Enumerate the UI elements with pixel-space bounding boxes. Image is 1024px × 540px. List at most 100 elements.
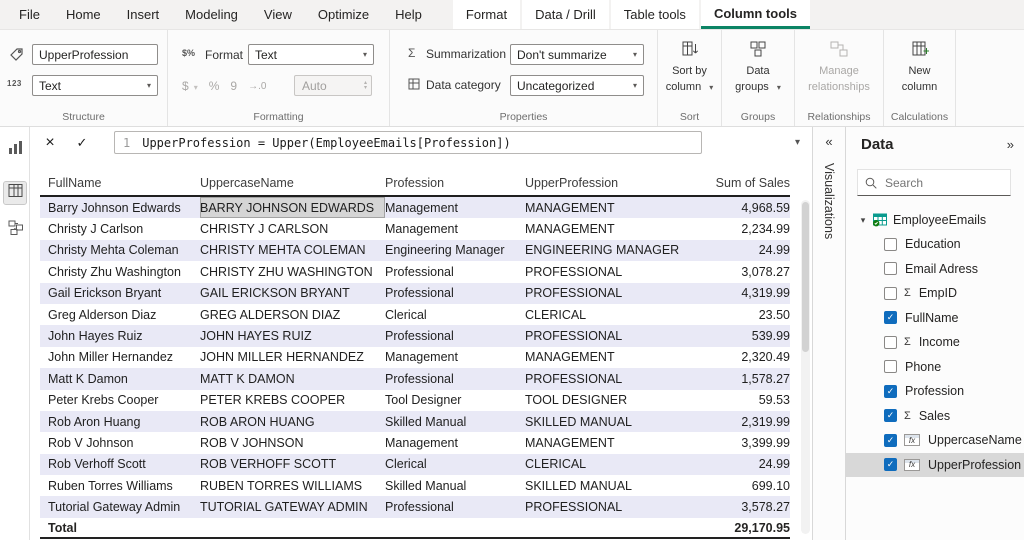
field-checkbox[interactable] bbox=[884, 237, 897, 251]
menu-tab-column-tools[interactable]: Column tools bbox=[700, 0, 810, 29]
table-cell[interactable]: 3,399.99 bbox=[685, 432, 790, 453]
field-row-phone[interactable]: Phone bbox=[846, 355, 1024, 380]
menu-tab-insert[interactable]: Insert bbox=[114, 0, 173, 29]
field-checkbox[interactable] bbox=[884, 335, 897, 349]
table-cell[interactable]: ENGINEERING MANAGER bbox=[525, 240, 685, 261]
header-cell-profession[interactable]: Profession bbox=[385, 176, 525, 190]
table-cell[interactable]: Management bbox=[385, 347, 525, 368]
table-cell[interactable]: 23.50 bbox=[685, 304, 790, 325]
table-cell[interactable]: Management bbox=[385, 218, 525, 239]
table-cell[interactable]: 24.99 bbox=[685, 454, 790, 475]
table-cell[interactable]: 4,968.59 bbox=[685, 197, 790, 218]
table-cell[interactable]: Ruben Torres Williams bbox=[40, 475, 200, 496]
menu-tab-table-tools[interactable]: Table tools bbox=[610, 0, 699, 29]
menu-tab-modeling[interactable]: Modeling bbox=[172, 0, 251, 29]
data-type-dropdown[interactable]: Text ▾ bbox=[32, 75, 158, 96]
tree-chevron-icon[interactable]: ▾ bbox=[857, 215, 869, 226]
table-cell[interactable]: Engineering Manager bbox=[385, 240, 525, 261]
table-cell[interactable]: Management bbox=[385, 197, 525, 218]
table-cell[interactable]: PROFESSIONAL bbox=[525, 368, 685, 389]
header-cell-sum-of-sales[interactable]: Sum of Sales bbox=[685, 176, 790, 190]
field-checkbox[interactable]: ✓ bbox=[884, 458, 897, 472]
table-cell[interactable]: CHRISTY J CARLSON bbox=[200, 218, 385, 239]
header-cell-uppercasename[interactable]: UppercaseName bbox=[200, 176, 385, 190]
table-cell[interactable]: RUBEN TORRES WILLIAMS bbox=[200, 475, 385, 496]
table-cell[interactable]: Rob V Johnson bbox=[40, 432, 200, 453]
table-cell[interactable]: GAIL ERICKSON BRYANT bbox=[200, 283, 385, 304]
scrollbar-thumb[interactable] bbox=[802, 202, 809, 352]
menu-tab-optimize[interactable]: Optimize bbox=[305, 0, 382, 29]
table-cell[interactable]: MATT K DAMON bbox=[200, 368, 385, 389]
table-cell[interactable]: Professional bbox=[385, 261, 525, 282]
formula-expand-button[interactable]: ▾ bbox=[795, 137, 800, 148]
table-cell[interactable]: CLERICAL bbox=[525, 304, 685, 325]
table-cell[interactable]: MANAGEMENT bbox=[525, 432, 685, 453]
table-cell[interactable]: JOHN HAYES RUIZ bbox=[200, 325, 385, 346]
table-cell[interactable]: BARRY JOHNSON EDWARDS bbox=[200, 197, 385, 219]
field-row-empid[interactable]: Σ EmpID bbox=[846, 281, 1024, 306]
field-checkbox[interactable]: ✓ bbox=[884, 384, 897, 398]
table-cell[interactable]: JOHN MILLER HERNANDEZ bbox=[200, 347, 385, 368]
summarization-dropdown[interactable]: Don't summarize ▾ bbox=[510, 44, 644, 65]
table-cell[interactable]: Skilled Manual bbox=[385, 475, 525, 496]
table-cell[interactable]: 539.99 bbox=[685, 325, 790, 346]
table-cell[interactable]: 699.10 bbox=[685, 475, 790, 496]
field-row-upperprofession[interactable]: ✓ fx UpperProfession bbox=[846, 452, 1024, 477]
collapse-data-pane-button[interactable]: » bbox=[1007, 137, 1014, 152]
table-cell[interactable]: Clerical bbox=[385, 454, 525, 475]
field-checkbox[interactable]: ✓ bbox=[884, 409, 897, 423]
table-cell[interactable]: 2,319.99 bbox=[685, 411, 790, 432]
table-cell[interactable]: ROB ARON HUANG bbox=[200, 411, 385, 432]
table-cell[interactable]: MANAGEMENT bbox=[525, 347, 685, 368]
formula-input[interactable]: 1 UpperProfession = Upper(EmployeeEmails… bbox=[114, 131, 702, 154]
field-checkbox[interactable] bbox=[884, 262, 897, 276]
table-cell[interactable]: Tool Designer bbox=[385, 390, 525, 411]
table-cell[interactable]: PROFESSIONAL bbox=[525, 496, 685, 517]
table-cell[interactable]: Christy Zhu Washington bbox=[40, 261, 200, 282]
table-cell[interactable]: Rob Aron Huang bbox=[40, 411, 200, 432]
table-cell[interactable]: ROB VERHOFF SCOTT bbox=[200, 454, 385, 475]
table-node-employeeemails[interactable]: ▾ EmployeeEmails bbox=[846, 208, 1024, 232]
field-row-education[interactable]: Education bbox=[846, 232, 1024, 257]
commit-button[interactable]: ✓ bbox=[68, 127, 96, 158]
table-cell[interactable]: 3,578.27 bbox=[685, 496, 790, 517]
table-cell[interactable]: Christy Mehta Coleman bbox=[40, 240, 200, 261]
field-checkbox[interactable]: ✓ bbox=[884, 433, 897, 447]
sort-by-column-button[interactable]: Sort by column ▾ bbox=[658, 40, 721, 95]
table-cell[interactable]: ROB V JOHNSON bbox=[200, 432, 385, 453]
table-cell[interactable]: SKILLED MANUAL bbox=[525, 411, 685, 432]
cancel-button[interactable]: × bbox=[36, 127, 64, 158]
table-cell[interactable]: MANAGEMENT bbox=[525, 197, 685, 218]
field-row-income[interactable]: Σ Income bbox=[846, 330, 1024, 355]
table-cell[interactable]: Professional bbox=[385, 496, 525, 517]
table-cell[interactable]: Professional bbox=[385, 283, 525, 304]
table-cell[interactable]: Matt K Damon bbox=[40, 368, 200, 389]
field-checkbox[interactable]: ✓ bbox=[884, 311, 897, 325]
table-cell[interactable]: 3,078.27 bbox=[685, 261, 790, 282]
table-cell[interactable]: Rob Verhoff Scott bbox=[40, 454, 200, 475]
table-cell[interactable]: 24.99 bbox=[685, 240, 790, 261]
field-row-uppercasename[interactable]: ✓ fx UppercaseName bbox=[846, 428, 1024, 453]
report-view-button[interactable] bbox=[4, 139, 26, 161]
table-cell[interactable]: Professional bbox=[385, 325, 525, 346]
menu-tab-file[interactable]: File bbox=[6, 0, 53, 29]
table-cell[interactable]: John Hayes Ruiz bbox=[40, 325, 200, 346]
search-input[interactable] bbox=[883, 174, 1010, 191]
table-cell[interactable]: MANAGEMENT bbox=[525, 218, 685, 239]
table-cell[interactable]: TUTORIAL GATEWAY ADMIN bbox=[200, 496, 385, 517]
table-cell[interactable]: Christy J Carlson bbox=[40, 218, 200, 239]
table-cell[interactable]: CLERICAL bbox=[525, 454, 685, 475]
table-cell[interactable]: 4,319.99 bbox=[685, 283, 790, 304]
table-cell[interactable]: SKILLED MANUAL bbox=[525, 475, 685, 496]
menu-tab-data-drill[interactable]: Data / Drill bbox=[522, 0, 609, 29]
table-cell[interactable]: CHRISTY MEHTA COLEMAN bbox=[200, 240, 385, 261]
table-cell[interactable]: Professional bbox=[385, 368, 525, 389]
field-checkbox[interactable] bbox=[884, 286, 897, 300]
model-view-button[interactable] bbox=[4, 219, 26, 241]
table-cell[interactable]: 59.53 bbox=[685, 390, 790, 411]
table-cell[interactable]: 2,234.99 bbox=[685, 218, 790, 239]
table-cell[interactable]: TOOL DESIGNER bbox=[525, 390, 685, 411]
field-row-email-adress[interactable]: Email Adress bbox=[846, 257, 1024, 282]
table-cell[interactable]: PROFESSIONAL bbox=[525, 325, 685, 346]
table-cell[interactable]: Barry Johnson Edwards bbox=[40, 197, 200, 218]
